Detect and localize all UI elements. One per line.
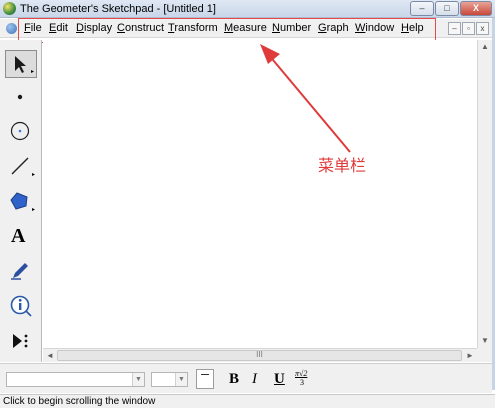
polygon-tool[interactable]: ▸ (5, 187, 37, 215)
custom-tool[interactable] (5, 327, 37, 355)
compass-circle-icon (10, 121, 30, 141)
title-bar: The Geometer's Sketchpad - [Untitled 1] … (0, 0, 495, 18)
chevron-down-icon[interactable]: ▼ (132, 373, 144, 386)
status-text: Click to begin scrolling the window (3, 396, 156, 407)
document-minimize-button[interactable]: – (448, 22, 461, 35)
horizontal-scrollbar[interactable]: ◄ III ► (43, 348, 477, 362)
font-size-select[interactable]: ▼ (151, 372, 188, 387)
arrow-icon (15, 56, 26, 73)
menubar-annotation-label: 菜单栏 (318, 156, 367, 175)
polygon-icon (10, 192, 28, 210)
scroll-right-arrow-icon[interactable]: ► (466, 351, 474, 360)
window-title: The Geometer's Sketchpad - [Untitled 1] (20, 3, 216, 15)
document-restore-button[interactable]: ▫ (462, 22, 475, 35)
arrow-select-tool[interactable]: ▸ (5, 50, 37, 78)
compass-tool[interactable] (5, 117, 37, 145)
italic-button[interactable]: I (252, 371, 257, 388)
color-swatch-icon (201, 374, 209, 375)
symbol-bottom: 3 (300, 378, 304, 387)
sketchpad-app-icon (3, 2, 16, 15)
point-tool[interactable] (5, 83, 37, 111)
annotation-arrow (260, 44, 351, 153)
submenu-indicator-icon: ▸ (31, 172, 35, 178)
line-segment-icon (11, 157, 29, 175)
scrollbar-corner (477, 348, 492, 362)
font-family-select[interactable]: ▼ (6, 372, 145, 387)
scroll-down-arrow-icon[interactable]: ▼ (481, 336, 489, 345)
toolbox: ▸ ▸ ▸ A (0, 40, 42, 362)
submenu-indicator-icon: ▸ (31, 207, 35, 213)
maximize-button[interactable]: □ (435, 1, 459, 16)
text-color-button[interactable] (196, 369, 214, 389)
vertical-scrollbar[interactable]: ▲ ▼ (477, 40, 492, 348)
minimize-button[interactable]: – (410, 1, 434, 16)
marker-tool[interactable] (5, 256, 37, 284)
marker-pen-icon (11, 263, 28, 280)
text-a-icon: A (11, 225, 26, 247)
horizontal-scroll-thumb[interactable]: III (57, 350, 462, 361)
close-button[interactable]: X (460, 1, 492, 16)
bold-button[interactable]: B (229, 371, 239, 388)
scroll-left-arrow-icon[interactable]: ◄ (46, 351, 54, 360)
custom-tool-play-icon (13, 334, 28, 348)
text-tool[interactable]: A (5, 223, 37, 251)
symbol-top: π√2 (295, 369, 308, 378)
math-symbol-button[interactable]: π√2 3 (295, 369, 311, 387)
underline-button[interactable]: U (274, 371, 285, 388)
document-icon[interactable] (6, 23, 17, 34)
info-icon (10, 295, 32, 317)
point-icon (17, 94, 23, 100)
straightedge-tool[interactable]: ▸ (5, 152, 37, 180)
status-bar: Click to begin scrolling the window (0, 394, 495, 408)
document-close-button[interactable]: x (476, 22, 489, 35)
text-format-toolbar: ▼ ▼ B I U π√2 3 (0, 363, 492, 393)
submenu-indicator-icon: ▸ (30, 69, 34, 75)
chevron-down-icon[interactable]: ▼ (175, 373, 187, 386)
information-tool[interactable] (5, 291, 37, 319)
scroll-up-arrow-icon[interactable]: ▲ (481, 42, 489, 51)
